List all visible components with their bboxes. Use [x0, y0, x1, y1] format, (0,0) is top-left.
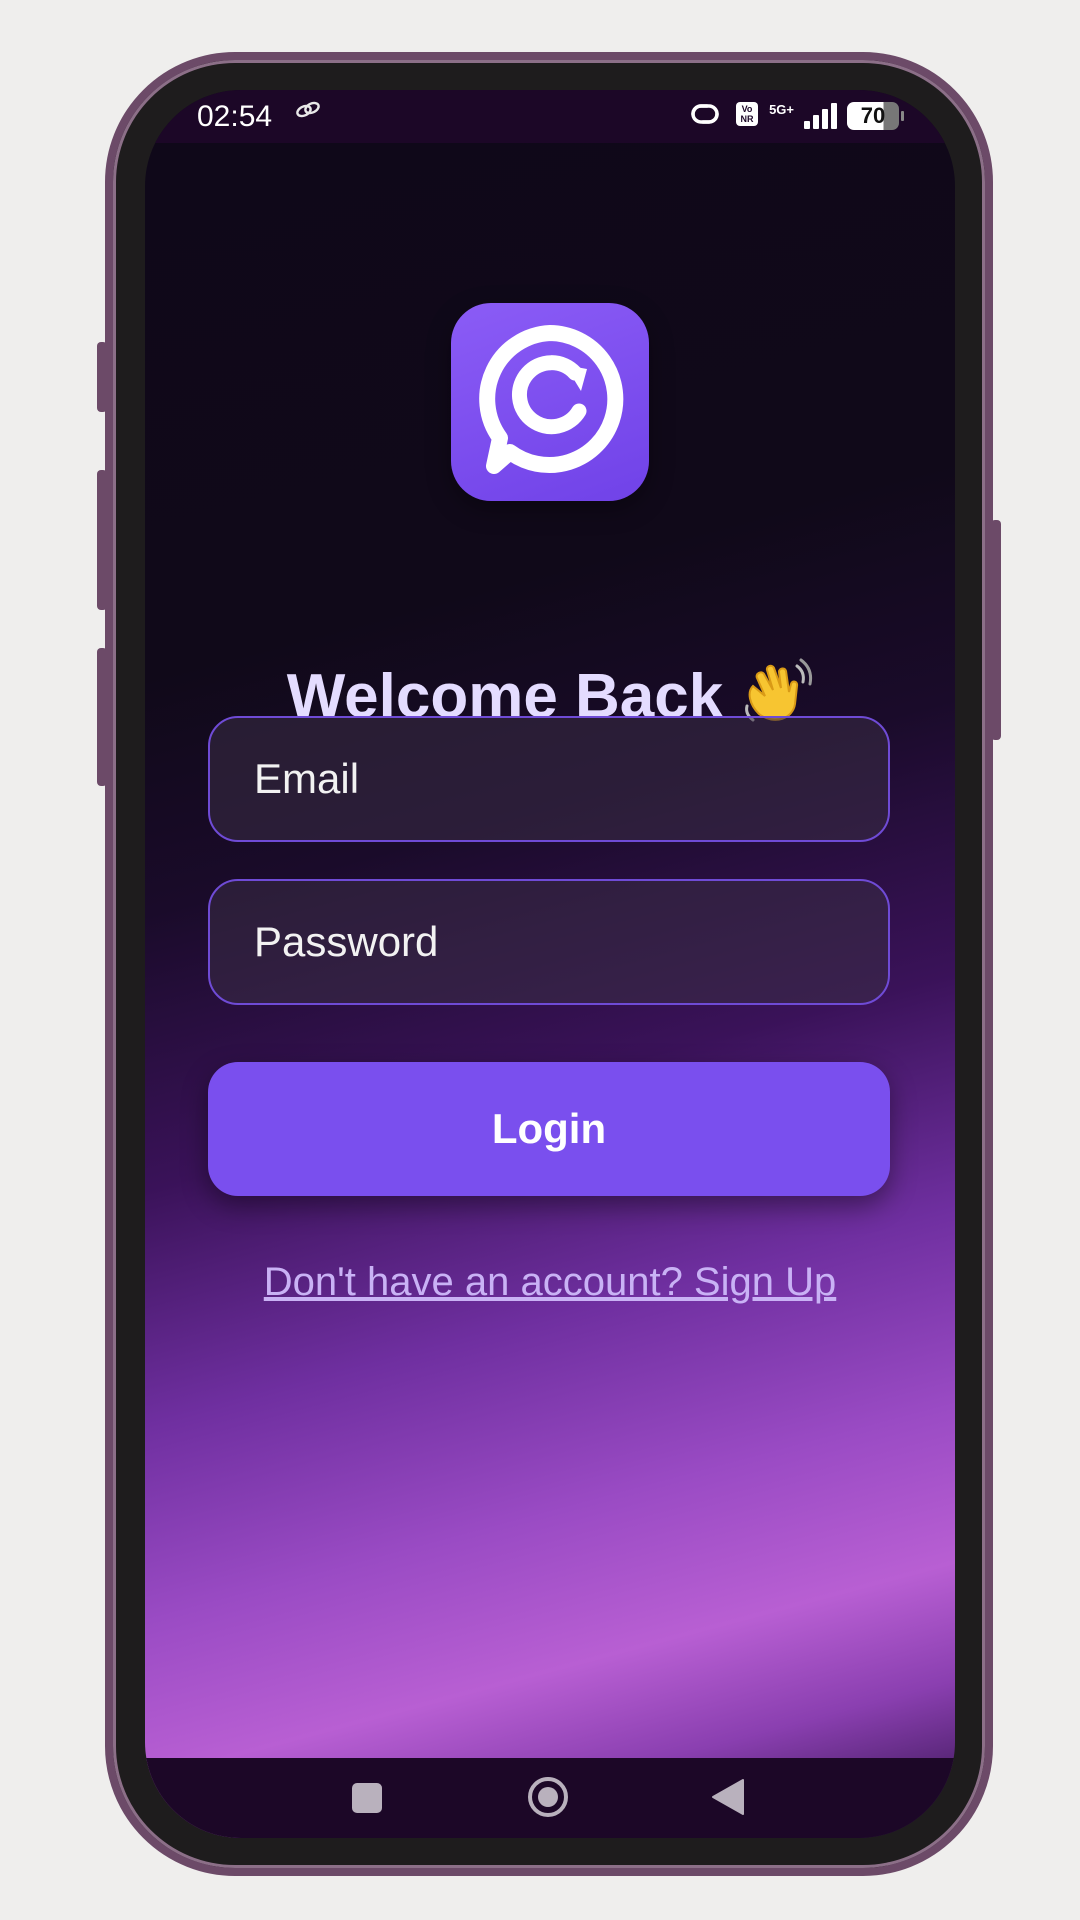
phone-power-button: [991, 520, 1001, 740]
phone-side-button-1: [97, 342, 107, 412]
phone-side-button-3: [97, 648, 107, 786]
phone-screen: 02:54 Vo NR 5G+ 70 Welcome Back Email Lo…: [145, 90, 955, 1838]
home-circle-icon[interactable]: [527, 1776, 569, 1818]
network-type-label: 5G+: [769, 101, 794, 117]
email-input[interactable]: [208, 716, 890, 842]
status-time: 02:54: [197, 100, 273, 133]
status-bar: 02:54 Vo NR 5G+ 70: [145, 90, 955, 143]
svg-text:Vo: Vo: [742, 104, 753, 114]
password-input[interactable]: [208, 879, 890, 1005]
hotspot-icon: [685, 98, 725, 135]
recents-square-icon[interactable]: [352, 1783, 382, 1813]
signal-icon: [804, 103, 837, 129]
status-icons: Vo NR 5G+ 70: [685, 96, 904, 136]
phone-side-button-2: [97, 470, 107, 610]
chat-refresh-icon: [479, 325, 624, 474]
svg-text:NR: NR: [741, 114, 754, 124]
link-icon: [295, 100, 321, 126]
login-button[interactable]: Login: [208, 1062, 890, 1196]
signup-link[interactable]: Don't have an account? Sign Up: [145, 1260, 955, 1305]
navigation-bar: [145, 1758, 955, 1838]
app-logo: [451, 303, 649, 501]
back-triangle-icon[interactable]: [711, 1778, 745, 1816]
volte-icon: Vo NR: [735, 101, 759, 132]
battery-icon: 70: [847, 102, 904, 130]
